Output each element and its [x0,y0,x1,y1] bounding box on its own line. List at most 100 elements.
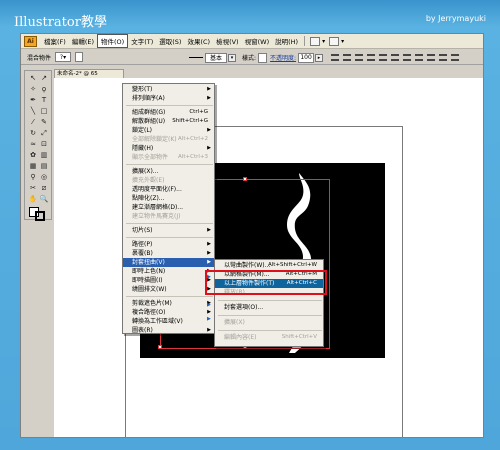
menu-item-lock[interactable]: 鎖定(L) ▶ [123,126,214,135]
chevron-down-icon[interactable]: ▾ [341,38,344,45]
mesh-tool-icon[interactable]: ▦ [28,162,38,171]
align-top-icon[interactable] [367,54,376,61]
menu-item-label: 複合路徑(O) [132,309,166,316]
line-tool-icon[interactable]: ╲ [28,107,38,116]
selection-tool-icon[interactable]: ↖ [28,74,38,83]
distribute-center-icon[interactable] [415,54,424,61]
warp-tool-icon[interactable]: ≈ [28,140,38,149]
opacity-link[interactable]: 不透明度: [270,53,296,62]
graphic-style-swatch[interactable] [258,52,268,63]
menu-effect[interactable]: 效果(C) [184,35,213,47]
menu-item-envelope-distort[interactable]: 封套扭曲(V) ▶ [123,258,214,267]
menu-item-rasterize[interactable]: 點陣化(Z)... [123,194,214,203]
menu-item-label: 點陣化(Z)... [132,195,165,202]
hand-tool-icon[interactable]: ✋ [28,195,38,204]
menu-type[interactable]: 文字(T) [128,35,156,47]
menu-item-live-paint[interactable]: 即時上色(N) ▶ [123,267,214,276]
menu-item-expand[interactable]: 擴展(X)... [123,167,214,176]
align-left-icon[interactable] [331,54,340,61]
menu-item-graph[interactable]: 圖表(R) ▶ [123,326,214,335]
menu-help[interactable]: 說明(H) [272,35,301,47]
submenu-arrow-icon: ▶ [207,259,211,265]
brush-definition-dropdown[interactable]: 基本 [205,52,227,63]
gradient-tool-icon[interactable]: ▤ [39,162,49,171]
menu-item-text-wrap[interactable]: 繞圖排文(W) ▶ [123,285,214,294]
menu-item-live-trace[interactable]: 即時描圖(I) ▶ [123,276,214,285]
arrange-documents-icon[interactable] [329,36,340,46]
align-bottom-icon[interactable] [391,54,400,61]
menu-item-expand[interactable]: 擴展(X) [215,318,323,327]
fill-swatch[interactable]: ?▾ [55,52,72,62]
menu-item-flatten-transparency[interactable]: 透明度平面化(F)... [123,185,214,194]
menu-view[interactable]: 檢視(V) [213,35,242,47]
menu-item-create-object-mosaic[interactable]: 建立物件馬賽克(J) [123,212,214,221]
menu-item-hide[interactable]: 隱藏(H) ▶ [123,144,214,153]
menu-object[interactable]: 物件(O) [97,34,129,48]
menu-item-label: 即時描圖(I) [132,277,163,284]
magic-wand-tool-icon[interactable]: ✧ [28,85,38,94]
distribute-top-icon[interactable] [403,54,412,61]
chevron-right-icon[interactable]: ▸ [315,53,324,62]
menu-item-path[interactable]: 路徑(P) ▶ [123,240,214,249]
align-right-icon[interactable] [355,54,364,61]
type-tool-icon[interactable]: T [39,96,49,105]
menu-item-ungroup[interactable]: 解散群組(U) Shift+Ctrl+G [123,117,214,126]
menu-file[interactable]: 檔案(F) [41,35,69,47]
menu-item-compound-path[interactable]: 複合路徑(O) ▶ [123,308,214,317]
distribute-bottom-icon[interactable] [427,54,436,61]
menu-item-make-with-warp[interactable]: 以彎曲製作(W)... Alt+Shift+Ctrl+W [215,261,323,270]
menu-item-show-all[interactable]: 顯示全部物件 Alt+Ctrl+3 [123,153,214,162]
menu-item-envelope-options[interactable]: 封套選項(O)... [215,303,323,312]
eyedropper-tool-icon[interactable]: ⚲ [28,173,38,182]
menu-item-label: 透明度平面化(F)... [132,186,182,193]
menu-item-edit-contents[interactable]: 編輯內容(E) Shift+Ctrl+V [215,333,323,342]
resize-handle[interactable] [243,177,247,181]
free-transform-tool-icon[interactable]: ⊡ [39,140,49,149]
menu-item-label: 顯示全部物件 [132,154,169,161]
stroke-swatch[interactable] [75,52,84,62]
menu-edit[interactable]: 編輯(E) [69,35,97,47]
menu-item-label: 組成群組(G) [132,109,166,116]
menu-window[interactable]: 視窗(W) [242,35,273,47]
menu-item-convert-to-artboard[interactable]: 轉換為工作區域(V) [123,317,214,326]
menu-item-create-gradient-mesh[interactable]: 建立漸層網格(D)... [123,203,214,212]
slice-tool-icon[interactable]: ⧄ [39,184,49,193]
menu-item-clipping-mask[interactable]: 剪裁遮色片(M) ▶ [123,299,214,308]
menu-item-unlock-all[interactable]: 全部解除鎖定(K) Alt+Ctrl+2 [123,135,214,144]
menu-select[interactable]: 選取(S) [156,35,184,47]
paintbrush-tool-icon[interactable]: ⁄ [28,118,38,127]
opacity-input[interactable]: 100 [298,52,315,63]
chevron-down-icon[interactable]: ▾ [228,53,236,62]
distribute-right-icon[interactable] [451,54,460,61]
resize-handle[interactable] [158,345,162,349]
pencil-tool-icon[interactable]: ✎ [39,118,49,127]
scissors-tool-icon[interactable]: ✂ [28,184,38,193]
rotate-tool-icon[interactable]: ↻ [28,129,38,138]
symbol-sprayer-tool-icon[interactable]: ✿ [28,151,38,160]
distribute-left-icon[interactable] [439,54,448,61]
menu-item-transform[interactable]: 變形(T) ▶ [123,85,214,94]
lasso-tool-icon[interactable]: ϙ [39,85,49,94]
align-middle-icon[interactable] [379,54,388,61]
zoom-tool-icon[interactable]: 🔍 [39,195,49,204]
menu-separator [126,296,213,297]
scale-tool-icon[interactable]: ⤢ [39,129,49,138]
menu-item-expand-appearance[interactable]: 擴充外觀(E) [123,176,214,185]
stroke-color-swatch[interactable] [35,211,45,221]
menu-separator [218,330,322,331]
blend-tool-icon[interactable]: ◎ [39,173,49,182]
graph-tool-icon[interactable]: ▥ [39,151,49,160]
direct-selection-tool-icon[interactable]: ↗ [39,74,49,83]
rectangle-tool-icon[interactable]: □ [39,107,49,116]
bridge-icon[interactable] [310,36,321,46]
chevron-down-icon[interactable]: ▾ [322,38,325,45]
menu-item-group[interactable]: 組成群組(G) Ctrl+G [123,108,214,117]
document-tab[interactable]: 未命名-2* @ 65 [54,69,124,78]
menu-item-arrange[interactable]: 排列順序(A) ▶ [123,94,214,103]
align-center-icon[interactable] [343,54,352,61]
menu-item-label: 建立漸層網格(D)... [132,204,184,211]
pen-tool-icon[interactable]: ✒ [28,96,38,105]
highlight-callout-box [205,270,327,295]
menu-item-blend[interactable]: 裹覆(B) ▶ [123,249,214,258]
menu-item-slice[interactable]: 切片(S) ▶ [123,226,214,235]
